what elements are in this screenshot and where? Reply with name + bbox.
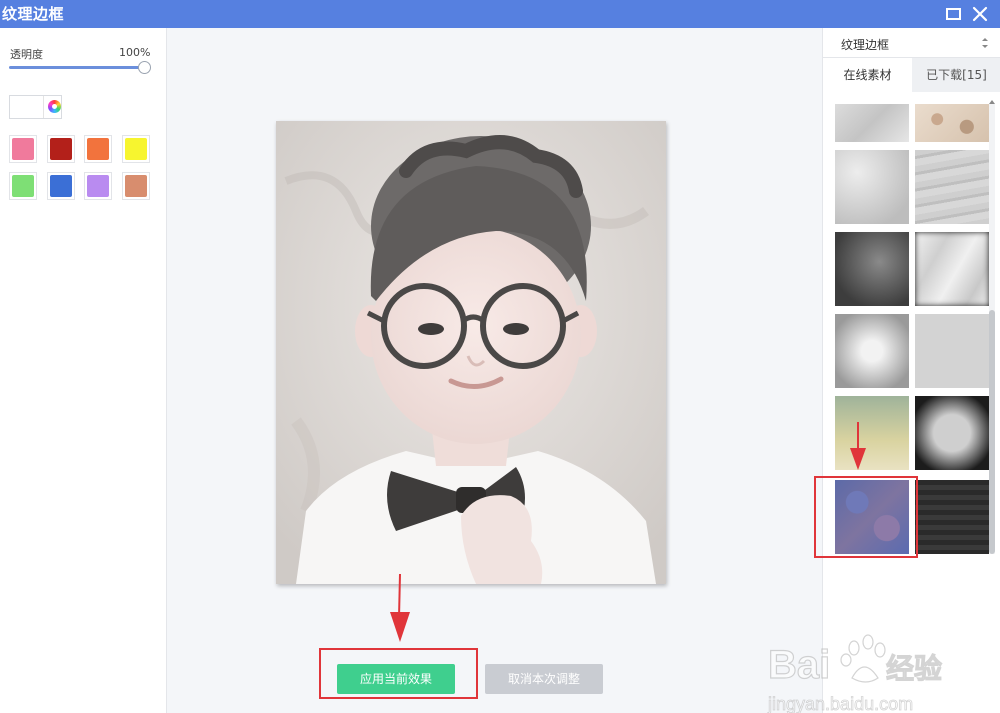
baidu-jingyan-watermark: Bai 经验 jingyan.baidu.com (766, 628, 946, 713)
texture-thumbnail-selected[interactable] (835, 480, 909, 554)
texture-thumbnail[interactable] (915, 104, 989, 142)
select-arrows-icon (982, 38, 988, 48)
window-title: 纹理边框 (2, 5, 65, 23)
texture-thumbnail[interactable] (915, 480, 989, 554)
maximize-icon (946, 8, 961, 20)
color-wheel-icon[interactable] (48, 100, 61, 113)
close-icon (972, 6, 988, 22)
texture-thumbnail[interactable] (835, 314, 909, 388)
texture-thumbnail[interactable] (835, 232, 909, 306)
close-button[interactable] (970, 4, 990, 24)
preset-color-swatch[interactable] (46, 135, 75, 163)
child-portrait-image (276, 121, 666, 584)
svg-text:jingyan.baidu.com: jingyan.baidu.com (767, 694, 913, 713)
current-color-swatch[interactable] (10, 96, 44, 118)
cancel-adjustment-button[interactable]: 取消本次调整 (485, 664, 603, 694)
baidu-logo-icon: Bai 经验 jingyan.baidu.com (767, 634, 943, 713)
texture-thumbnail[interactable] (835, 150, 909, 224)
preset-color-fill (49, 175, 72, 197)
preset-color-fill (87, 138, 109, 160)
opacity-slider-thumb[interactable] (138, 61, 151, 74)
preset-color-fill (12, 138, 34, 160)
title-bar: 纹理边框 (0, 0, 1000, 28)
maximize-button[interactable] (944, 4, 964, 24)
frame-category-value: 纹理边框 (841, 38, 890, 52)
arrow-down-icon (390, 574, 410, 642)
preset-color-fill (87, 175, 109, 197)
preset-color-fill (124, 175, 147, 197)
texture-thumbnail[interactable] (915, 314, 989, 388)
texture-thumbnail[interactable] (915, 396, 989, 470)
preset-color-swatch[interactable] (121, 135, 150, 163)
material-tabs: 在线素材 已下载[15] (823, 58, 1000, 92)
frame-category-select[interactable]: 纹理边框 (823, 28, 1000, 58)
arrow-down-icon (850, 422, 866, 470)
preset-color-swatch[interactable] (9, 135, 37, 163)
tab-downloaded[interactable]: 已下载[15] (912, 58, 1000, 92)
scroll-up-icon[interactable] (988, 98, 996, 106)
texture-thumbnail[interactable] (835, 104, 909, 142)
preset-color-fill (124, 138, 147, 160)
materials-scrollbar-thumb[interactable] (989, 310, 995, 554)
color-picker[interactable] (9, 95, 62, 119)
editor-main: 透明度 100% 应用当前效果 取消本次调整 纹理边框 在线素材 已下载[15]… (0, 28, 1000, 713)
tab-online-materials[interactable]: 在线素材 (823, 58, 912, 92)
svg-text:经验: 经验 (886, 652, 942, 685)
texture-thumbnail[interactable] (915, 150, 989, 224)
apply-effect-button[interactable]: 应用当前效果 (337, 664, 455, 694)
opacity-value: 100% (119, 46, 151, 59)
opacity-label: 透明度 (10, 48, 43, 61)
preset-color-swatch[interactable] (9, 172, 37, 200)
preset-color-swatch[interactable] (84, 172, 112, 200)
opacity-slider-track[interactable] (9, 66, 145, 69)
preview-photo (276, 121, 666, 584)
preset-color-fill (49, 138, 72, 160)
left-settings-panel: 透明度 100% (0, 28, 167, 713)
preset-color-swatch[interactable] (46, 172, 75, 200)
preset-color-swatch[interactable] (121, 172, 150, 200)
preset-color-swatch[interactable] (84, 135, 112, 163)
texture-thumbnail[interactable] (915, 232, 989, 306)
right-materials-panel: 纹理边框 在线素材 已下载[15] (814, 28, 1000, 713)
svg-text:Bai: Bai (768, 643, 830, 687)
texture-thumbnail[interactable] (835, 396, 909, 470)
preset-color-fill (12, 175, 34, 197)
